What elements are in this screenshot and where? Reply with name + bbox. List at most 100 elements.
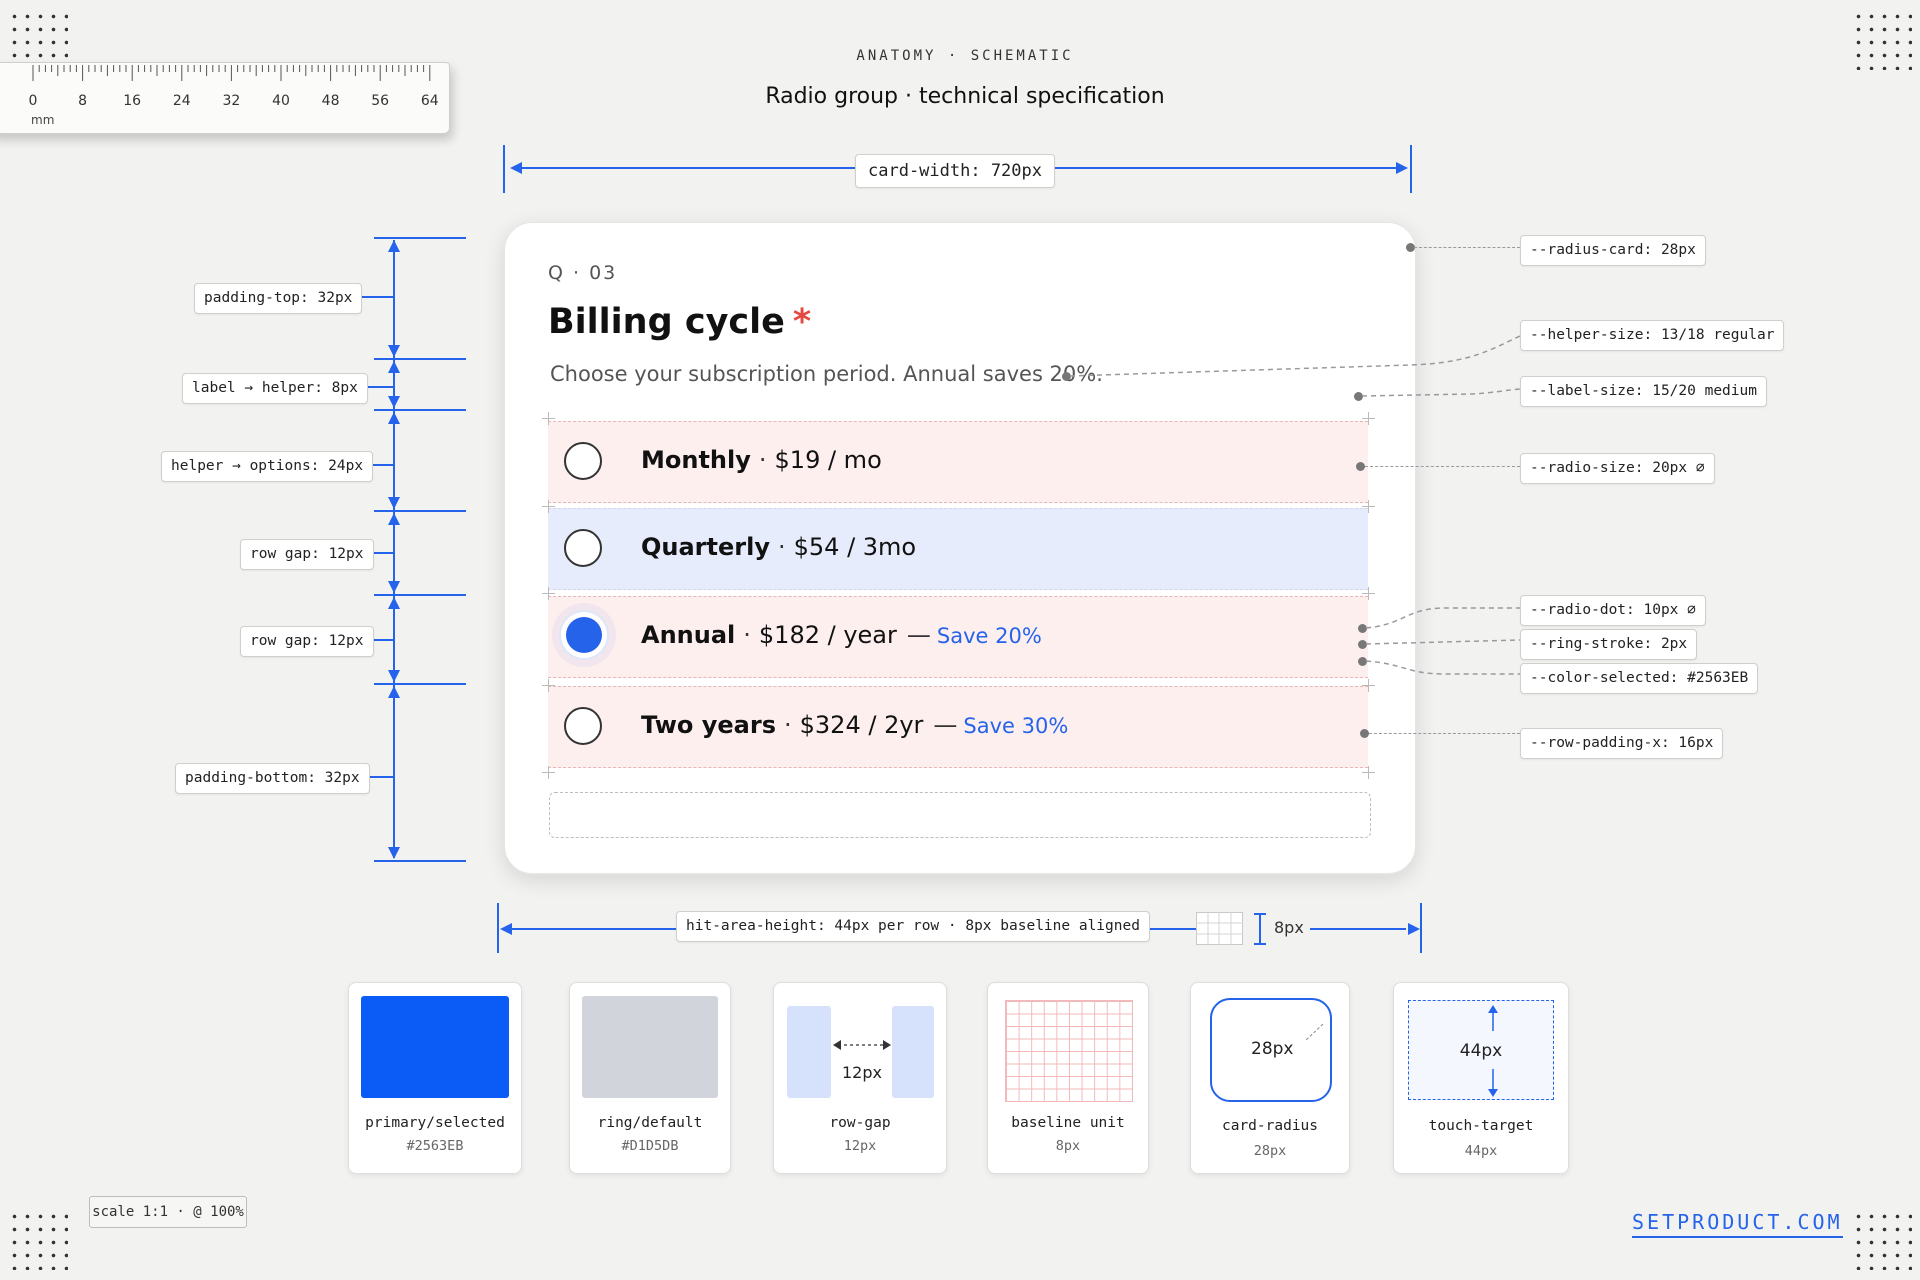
plus-marker-icon bbox=[1362, 500, 1375, 513]
option-price: $19 / mo bbox=[774, 446, 882, 474]
vertical-dimension-line bbox=[393, 240, 395, 858]
ruler-unit: mm bbox=[31, 113, 55, 127]
ruler-tick-label: 64 bbox=[420, 93, 439, 109]
corner-dots-bottom-right bbox=[1852, 1210, 1912, 1270]
arrow-down-icon bbox=[388, 670, 400, 682]
token-tile-ring: ring/default #D1D5DB bbox=[569, 982, 731, 1174]
radio-option-annual[interactable]: Annual · $182 / year — Save 20% bbox=[548, 596, 1368, 678]
radio-selected-icon[interactable] bbox=[566, 617, 602, 653]
option-name: Annual bbox=[641, 621, 736, 649]
plus-marker-icon bbox=[1362, 587, 1375, 600]
arrow-down-icon bbox=[388, 847, 400, 859]
hit-dimension-line bbox=[510, 928, 676, 930]
token-label-size: --label-size: 15/20 medium bbox=[1520, 376, 1767, 407]
token-radio-dot: --radio-dot: 10px ∅ bbox=[1520, 595, 1706, 626]
dim-cap bbox=[374, 683, 466, 685]
plus-marker-icon bbox=[542, 766, 555, 779]
corner-dots-bottom-left bbox=[8, 1210, 68, 1270]
token-tile-primary: primary/selected #2563EB bbox=[348, 982, 522, 1174]
double-arrow-icon bbox=[833, 1040, 891, 1050]
tile-name: touch-target bbox=[1428, 1118, 1534, 1134]
gap-inner-label: 12px bbox=[842, 1063, 882, 1082]
gap-block-right bbox=[892, 1006, 934, 1098]
ruler-tick-label: 40 bbox=[272, 93, 290, 109]
leader-line bbox=[1414, 247, 1520, 248]
tile-name: baseline unit bbox=[1011, 1115, 1125, 1131]
label-helper-tag: label → helper: 8px bbox=[182, 373, 368, 404]
radio-option-two-years[interactable]: Two years · $324 / 2yr — Save 30% bbox=[548, 686, 1368, 768]
token-tile-row-gap: 12px row-gap 12px bbox=[773, 982, 947, 1174]
arrow-left-icon bbox=[510, 162, 522, 174]
arrow-up-icon bbox=[388, 412, 400, 424]
gap-block-left bbox=[787, 1006, 831, 1098]
token-tile-touch-target: 44px touch-target 44px bbox=[1393, 982, 1569, 1174]
token-color-selected: --color-selected: #2563EB bbox=[1520, 663, 1759, 694]
option-price: $324 / 2yr bbox=[799, 711, 924, 739]
ruler-tick-label: 48 bbox=[321, 93, 340, 109]
color-swatch bbox=[361, 996, 509, 1098]
leader-curve bbox=[1362, 388, 1521, 397]
tile-value: #D1D5DB bbox=[621, 1138, 679, 1154]
radio-option-quarterly[interactable]: Quarterly · $54 / 3mo bbox=[548, 508, 1368, 590]
ruler-ticks bbox=[32, 65, 431, 81]
tile-value: 44px bbox=[1464, 1143, 1498, 1159]
token-tile-card-radius: 28px card-radius 28px bbox=[1190, 982, 1350, 1174]
hit-cap-right bbox=[1420, 903, 1422, 953]
tile-value: #2563EB bbox=[406, 1138, 464, 1154]
token-radius-card: --radius-card: 28px bbox=[1520, 235, 1706, 266]
radio-option-monthly[interactable]: Monthly · $19 / mo bbox=[548, 421, 1368, 503]
ruler: 0 8 16 24 32 40 48 56 64 mm bbox=[0, 62, 450, 134]
option-text: Two years · $324 / 2yr — Save 30% bbox=[641, 711, 1069, 739]
arrow-down-icon bbox=[388, 396, 400, 408]
tag-connector bbox=[362, 296, 393, 298]
arrow-up-icon bbox=[388, 240, 400, 252]
leader-line bbox=[1369, 733, 1520, 734]
plus-marker-icon bbox=[1362, 679, 1375, 692]
option-text: Quarterly · $54 / 3mo bbox=[641, 533, 917, 561]
arrow-down-icon bbox=[388, 581, 400, 593]
option-text: Annual · $182 / year — Save 20% bbox=[641, 621, 1042, 649]
helper-text: Choose your subscription period. Annual … bbox=[550, 362, 1103, 386]
dim-cap bbox=[374, 510, 466, 512]
radio-unselected-icon[interactable] bbox=[564, 707, 602, 745]
card-width-tag: card-width: 720px bbox=[855, 154, 1055, 188]
dim-cap bbox=[374, 358, 466, 360]
radio-unselected-icon[interactable] bbox=[564, 442, 602, 480]
radius-inner-label: 28px bbox=[1251, 1039, 1294, 1059]
baseline-grid-icon bbox=[1196, 912, 1243, 945]
option-name: Two years bbox=[641, 711, 776, 739]
padding-bottom-tag: padding-bottom: 32px bbox=[175, 763, 370, 794]
option-name: Quarterly bbox=[641, 533, 770, 561]
arrow-up-icon bbox=[388, 597, 400, 609]
ruler-tick-label: 0 bbox=[28, 93, 38, 109]
option-price: $54 / 3mo bbox=[793, 533, 917, 561]
group-label: Billing cycle * bbox=[548, 302, 811, 342]
scale-badge: scale 1:1 · @ 100% bbox=[89, 1196, 247, 1228]
leader-curves bbox=[1366, 607, 1521, 675]
tile-value: 8px bbox=[1055, 1138, 1081, 1154]
option-price: $182 / year bbox=[758, 621, 897, 649]
brand-link[interactable]: SETPRODUCT.COM bbox=[1632, 1210, 1843, 1238]
plus-marker-icon bbox=[1362, 766, 1375, 779]
radio-unselected-icon[interactable] bbox=[564, 529, 602, 567]
width-cap-left bbox=[503, 145, 505, 193]
baseline-grid bbox=[1005, 1000, 1133, 1102]
token-helper-size: --helper-size: 13/18 regular bbox=[1520, 320, 1785, 351]
dim-cap bbox=[374, 237, 466, 239]
required-mark: * bbox=[792, 302, 812, 342]
arrow-up-icon bbox=[388, 361, 400, 373]
ruler-tick-label: 8 bbox=[78, 93, 88, 109]
ruler-tick-label: 24 bbox=[172, 93, 191, 109]
tile-name: ring/default bbox=[597, 1115, 703, 1131]
plus-marker-icon bbox=[542, 500, 555, 513]
touch-inner-label: 44px bbox=[1459, 1041, 1503, 1061]
padding-top-tag: padding-top: 32px bbox=[194, 283, 363, 314]
dim-cap bbox=[374, 409, 466, 411]
arrow-right-icon bbox=[1408, 923, 1420, 935]
width-cap-right bbox=[1410, 145, 1412, 193]
leader-line bbox=[1365, 466, 1520, 467]
row-gap-tag-2: row gap: 12px bbox=[240, 626, 374, 657]
hit-area-tag: hit-area-height: 44px per row · 8px base… bbox=[676, 911, 1150, 942]
group-label-text: Billing cycle bbox=[548, 302, 785, 342]
radius-pointer-icon bbox=[1304, 1023, 1324, 1042]
